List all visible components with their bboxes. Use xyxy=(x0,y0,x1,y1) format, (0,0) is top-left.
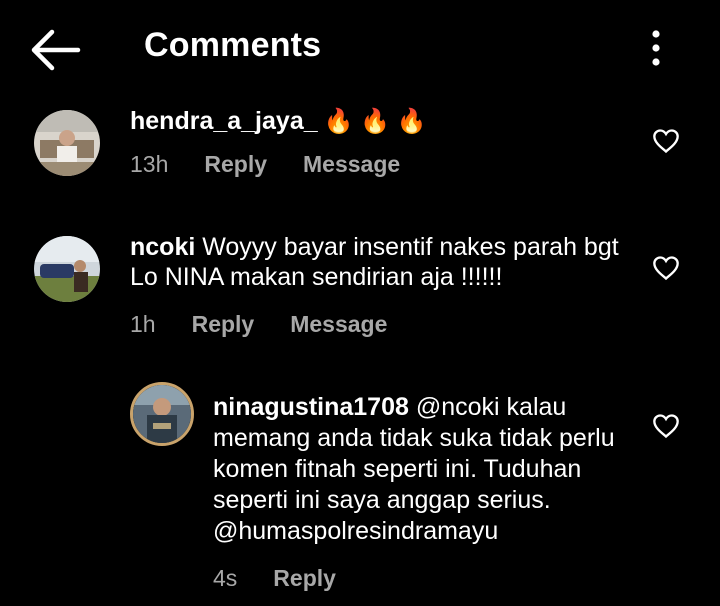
more-options-button[interactable] xyxy=(640,26,672,70)
avatar[interactable] xyxy=(34,236,100,302)
heart-outline-icon xyxy=(653,129,679,154)
heart-outline-icon xyxy=(653,414,679,439)
heart-outline-icon xyxy=(653,256,679,281)
comment-meta: 13h Reply Message xyxy=(130,151,436,178)
reply-button[interactable]: Reply xyxy=(204,151,267,177)
fire-emoji: 🔥 🔥 🔥 xyxy=(323,108,427,135)
page-title: Comments xyxy=(144,26,322,64)
avatar-photo xyxy=(34,236,100,302)
like-button[interactable] xyxy=(652,255,680,281)
like-button[interactable] xyxy=(652,128,680,154)
more-vertical-icon xyxy=(652,30,660,66)
comment-username[interactable]: ninagustina1708 xyxy=(213,393,409,421)
comment-text: ncoki Woyyy bayar insentif nakes parah b… xyxy=(130,232,630,292)
avatar[interactable] xyxy=(130,382,194,446)
arrow-left-icon xyxy=(31,29,81,71)
comment-username[interactable]: ncoki xyxy=(130,233,195,261)
comment-time: 13h xyxy=(130,151,169,177)
reply-button[interactable]: Reply xyxy=(192,311,255,337)
message-button[interactable]: Message xyxy=(290,311,387,337)
reply-button[interactable]: Reply xyxy=(273,565,336,591)
comment-time: 4s xyxy=(213,565,238,591)
avatar-photo xyxy=(133,385,191,443)
message-button[interactable]: Message xyxy=(303,151,400,177)
comment-time: 1h xyxy=(130,311,156,337)
comment-text: hendra_a_jaya_ 🔥 🔥 🔥 xyxy=(130,106,630,137)
comment-body: Woyyy bayar insentif nakes parah bgt Lo … xyxy=(130,233,619,291)
avatar[interactable] xyxy=(34,110,100,176)
header-bar: Comments xyxy=(0,0,720,96)
comment-meta: 1h Reply Message xyxy=(130,311,423,338)
avatar-photo xyxy=(34,110,100,176)
back-button[interactable] xyxy=(28,26,84,74)
comment-username[interactable]: hendra_a_jaya_ xyxy=(130,107,318,135)
comment-text: ninagustina1708 @ncoki kalau memang anda… xyxy=(213,392,633,547)
comment-meta: 4s Reply xyxy=(213,565,372,592)
like-button[interactable] xyxy=(652,413,680,439)
